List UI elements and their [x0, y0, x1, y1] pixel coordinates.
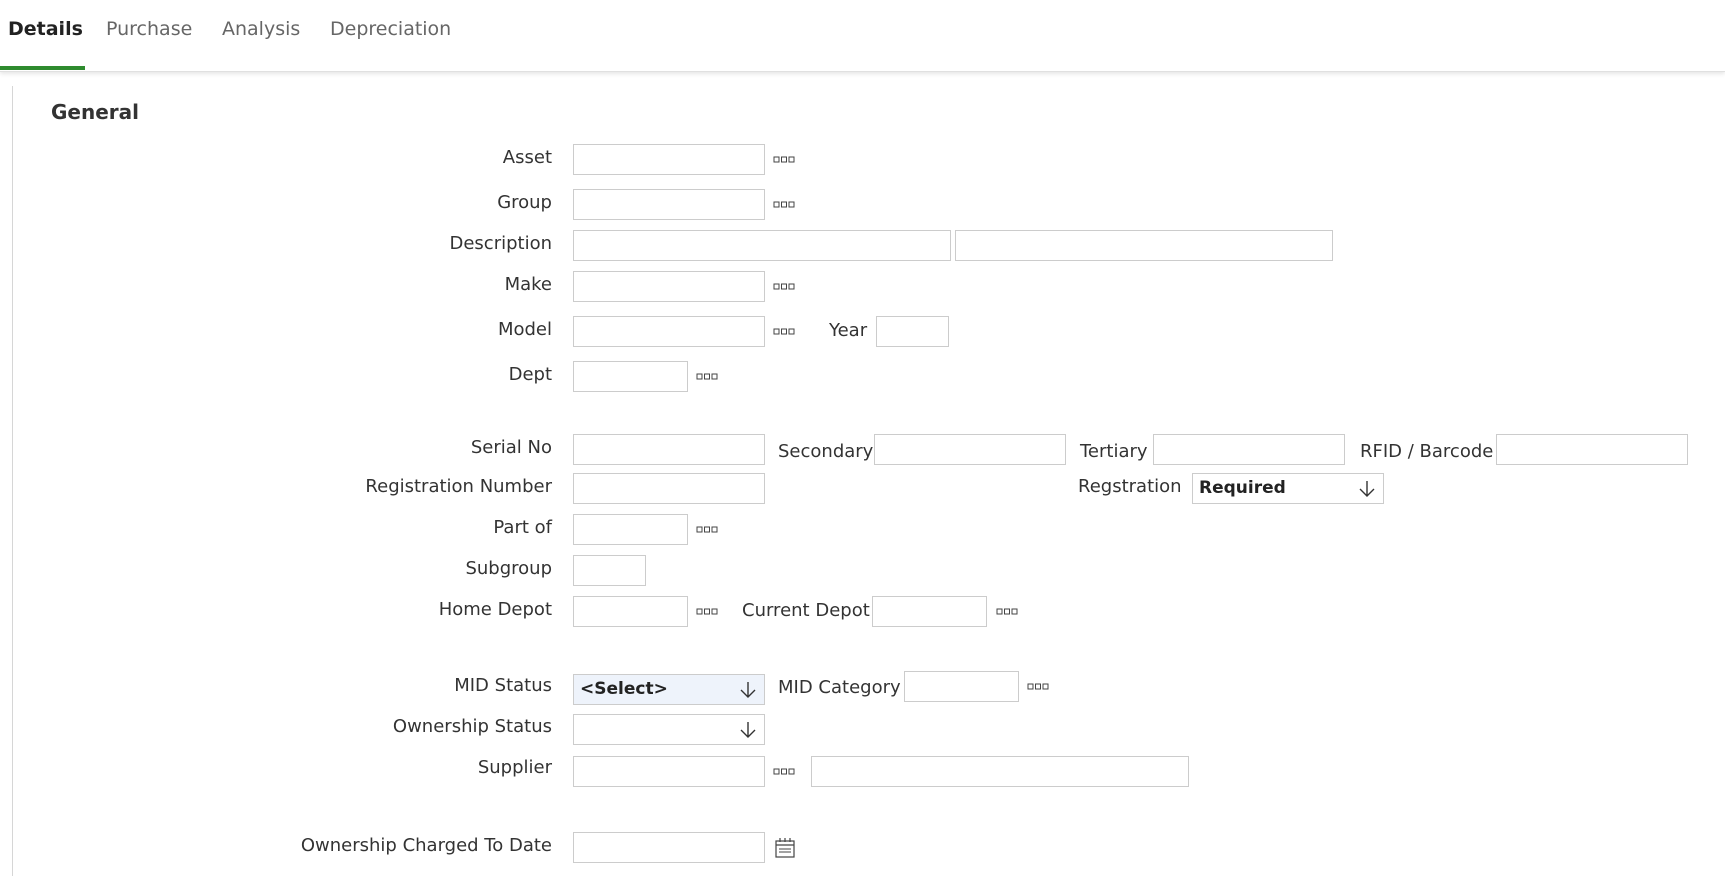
group-label: Group: [497, 192, 552, 213]
description-input[interactable]: [573, 230, 951, 261]
dept-lookup-ellipsis-icon[interactable]: [696, 373, 718, 381]
tab-bar: Details Purchase Analysis Depreciation: [0, 0, 1725, 72]
make-label: Make: [504, 274, 552, 295]
calendar-icon[interactable]: [774, 837, 796, 859]
mid-category-input[interactable]: [904, 671, 1019, 702]
part-of-input[interactable]: [573, 514, 688, 545]
asset-label: Asset: [502, 147, 552, 168]
asset-lookup-ellipsis-icon[interactable]: [773, 156, 795, 164]
supplier-label: Supplier: [477, 757, 552, 778]
supplier-input[interactable]: [573, 756, 765, 787]
model-input[interactable]: [573, 316, 765, 347]
model-lookup-ellipsis-icon[interactable]: [773, 328, 795, 336]
serial-no-label: Serial No: [470, 437, 552, 458]
asset-input[interactable]: [573, 144, 765, 175]
tab-analysis[interactable]: Analysis: [222, 18, 300, 40]
subgroup-label: Subgroup: [465, 558, 552, 579]
rfid-barcode-input[interactable]: [1496, 434, 1688, 465]
secondary-label: Secondary: [778, 441, 874, 462]
group-lookup-ellipsis-icon[interactable]: [773, 201, 795, 209]
tertiary-input[interactable]: [1153, 434, 1345, 465]
secondary-input[interactable]: [874, 434, 1066, 465]
supplier-lookup-ellipsis-icon[interactable]: [773, 768, 795, 776]
mid-status-selected-value: <Select>: [580, 679, 668, 699]
mid-status-label: MID Status: [454, 675, 552, 696]
content-left-border: [12, 86, 13, 876]
model-label: Model: [497, 319, 552, 340]
ownership-status-label: Ownership Status: [392, 716, 552, 737]
tab-details[interactable]: Details: [8, 18, 83, 40]
home-depot-lookup-ellipsis-icon[interactable]: [696, 608, 718, 616]
group-input[interactable]: [573, 189, 765, 220]
part-of-lookup-ellipsis-icon[interactable]: [696, 526, 718, 534]
dept-label: Dept: [508, 364, 552, 385]
description-extra-input[interactable]: [955, 230, 1333, 261]
description-label: Description: [449, 233, 552, 254]
ownership-status-select[interactable]: [573, 714, 765, 745]
supplier-name-input[interactable]: [811, 756, 1189, 787]
part-of-label: Part of: [493, 517, 552, 538]
mid-category-lookup-ellipsis-icon[interactable]: [1027, 683, 1049, 691]
dept-input[interactable]: [573, 361, 688, 392]
year-input[interactable]: [876, 316, 949, 347]
serial-no-input[interactable]: [573, 434, 765, 465]
ownership-charged-to-date-input[interactable]: [573, 832, 765, 863]
home-depot-input[interactable]: [573, 596, 688, 627]
mid-status-select[interactable]: <Select>: [573, 674, 765, 705]
regstration-select[interactable]: Required: [1192, 473, 1384, 504]
current-depot-label: Current Depot: [742, 600, 870, 621]
mid-category-label: MID Category: [778, 677, 901, 698]
arrow-down-icon: [740, 722, 756, 738]
tab-depreciation[interactable]: Depreciation: [330, 18, 451, 40]
registration-number-input[interactable]: [573, 473, 765, 504]
year-label: Year: [829, 320, 868, 341]
regstration-label: Regstration: [1078, 476, 1182, 497]
ownership-charged-to-date-label: Ownership Charged To Date: [300, 835, 552, 856]
subgroup-input[interactable]: [573, 555, 646, 586]
regstration-selected-value: Required: [1199, 478, 1286, 498]
arrow-down-icon: [1359, 481, 1375, 497]
make-lookup-ellipsis-icon[interactable]: [773, 283, 795, 291]
tertiary-label: Tertiary: [1080, 441, 1148, 462]
home-depot-label: Home Depot: [438, 599, 552, 620]
current-depot-lookup-ellipsis-icon[interactable]: [996, 608, 1018, 616]
tab-purchase[interactable]: Purchase: [106, 18, 192, 40]
section-title-general: General: [51, 100, 139, 124]
rfid-barcode-label: RFID / Barcode: [1360, 441, 1494, 462]
current-depot-input[interactable]: [872, 596, 987, 627]
registration-number-label: Registration Number: [365, 476, 552, 497]
make-input[interactable]: [573, 271, 765, 302]
active-tab-indicator: [0, 66, 85, 70]
arrow-down-icon: [740, 682, 756, 698]
